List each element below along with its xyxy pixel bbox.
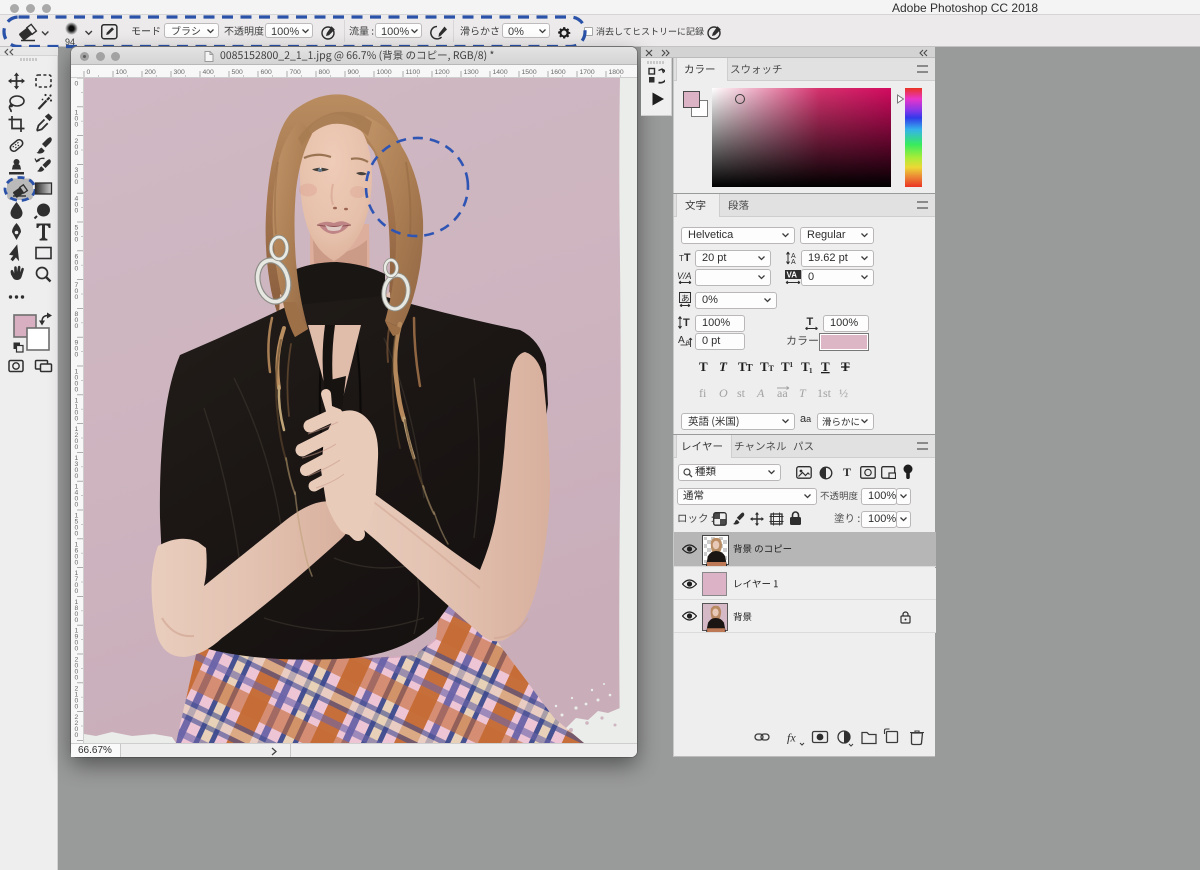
svg-text:0: 0 — [75, 502, 79, 509]
svg-text:T: T — [807, 316, 814, 328]
svg-text:A: A — [756, 386, 765, 400]
svg-text:O: O — [719, 386, 728, 400]
svg-text:fx: fx — [787, 731, 796, 745]
svg-text:0: 0 — [75, 81, 79, 88]
svg-text:½: ½ — [839, 386, 848, 400]
svg-text:0: 0 — [75, 150, 79, 157]
svg-text:0: 0 — [75, 208, 79, 215]
svg-text:0: 0 — [75, 352, 79, 359]
svg-text:0: 0 — [75, 617, 79, 624]
svg-text:0: 0 — [75, 444, 79, 451]
svg-text:T: T — [841, 359, 850, 374]
svg-text:0: 0 — [75, 415, 79, 422]
svg-text:0: 0 — [75, 588, 79, 595]
svg-text:V/A: V/A — [677, 271, 692, 281]
svg-text:300: 300 — [174, 69, 186, 76]
svg-text:1700: 1700 — [580, 69, 595, 76]
svg-text:1800: 1800 — [609, 69, 624, 76]
svg-text:T: T — [699, 359, 708, 374]
svg-text:0: 0 — [75, 646, 79, 653]
svg-text:T: T — [821, 359, 830, 374]
svg-text:600: 600 — [261, 69, 273, 76]
svg-text:0: 0 — [75, 387, 79, 394]
svg-text:1400: 1400 — [493, 69, 508, 76]
svg-text:0: 0 — [75, 703, 79, 710]
svg-text:T: T — [799, 386, 807, 400]
svg-text:T: T — [683, 317, 690, 329]
svg-text:1st: 1st — [817, 386, 832, 400]
svg-text:0: 0 — [87, 69, 91, 76]
svg-text:1: 1 — [790, 361, 794, 369]
svg-text:1: 1 — [809, 367, 813, 374]
svg-text:A: A — [678, 335, 685, 346]
svg-text:st: st — [737, 386, 746, 400]
svg-text:A: A — [791, 259, 796, 265]
svg-text:200: 200 — [145, 69, 157, 76]
svg-text:400: 400 — [203, 69, 215, 76]
svg-text:0: 0 — [75, 294, 79, 301]
svg-text:0: 0 — [75, 473, 79, 480]
svg-text:1300: 1300 — [464, 69, 479, 76]
svg-text:T: T — [769, 364, 775, 373]
svg-text:0: 0 — [75, 121, 79, 128]
svg-text:T: T — [746, 363, 753, 374]
svg-text:0: 0 — [75, 237, 79, 244]
svg-text:100: 100 — [116, 69, 128, 76]
svg-text:T: T — [719, 359, 728, 374]
svg-text:700: 700 — [290, 69, 302, 76]
svg-text:800: 800 — [319, 69, 331, 76]
svg-text:0: 0 — [75, 323, 79, 330]
svg-text:1500: 1500 — [522, 69, 537, 76]
svg-text:1100: 1100 — [406, 69, 421, 76]
svg-text:0: 0 — [75, 675, 79, 682]
svg-text:fi: fi — [699, 386, 707, 400]
svg-text:0: 0 — [75, 559, 79, 566]
svg-text:0: 0 — [75, 732, 79, 739]
svg-text:0: 0 — [75, 265, 79, 272]
svg-text:VA: VA — [787, 271, 798, 280]
svg-text:0: 0 — [75, 179, 79, 186]
svg-text:1000: 1000 — [377, 69, 392, 76]
svg-text:900: 900 — [348, 69, 360, 76]
svg-text:500: 500 — [232, 69, 244, 76]
svg-text:1600: 1600 — [551, 69, 566, 76]
svg-text:0: 0 — [75, 531, 79, 538]
svg-text:1200: 1200 — [435, 69, 450, 76]
